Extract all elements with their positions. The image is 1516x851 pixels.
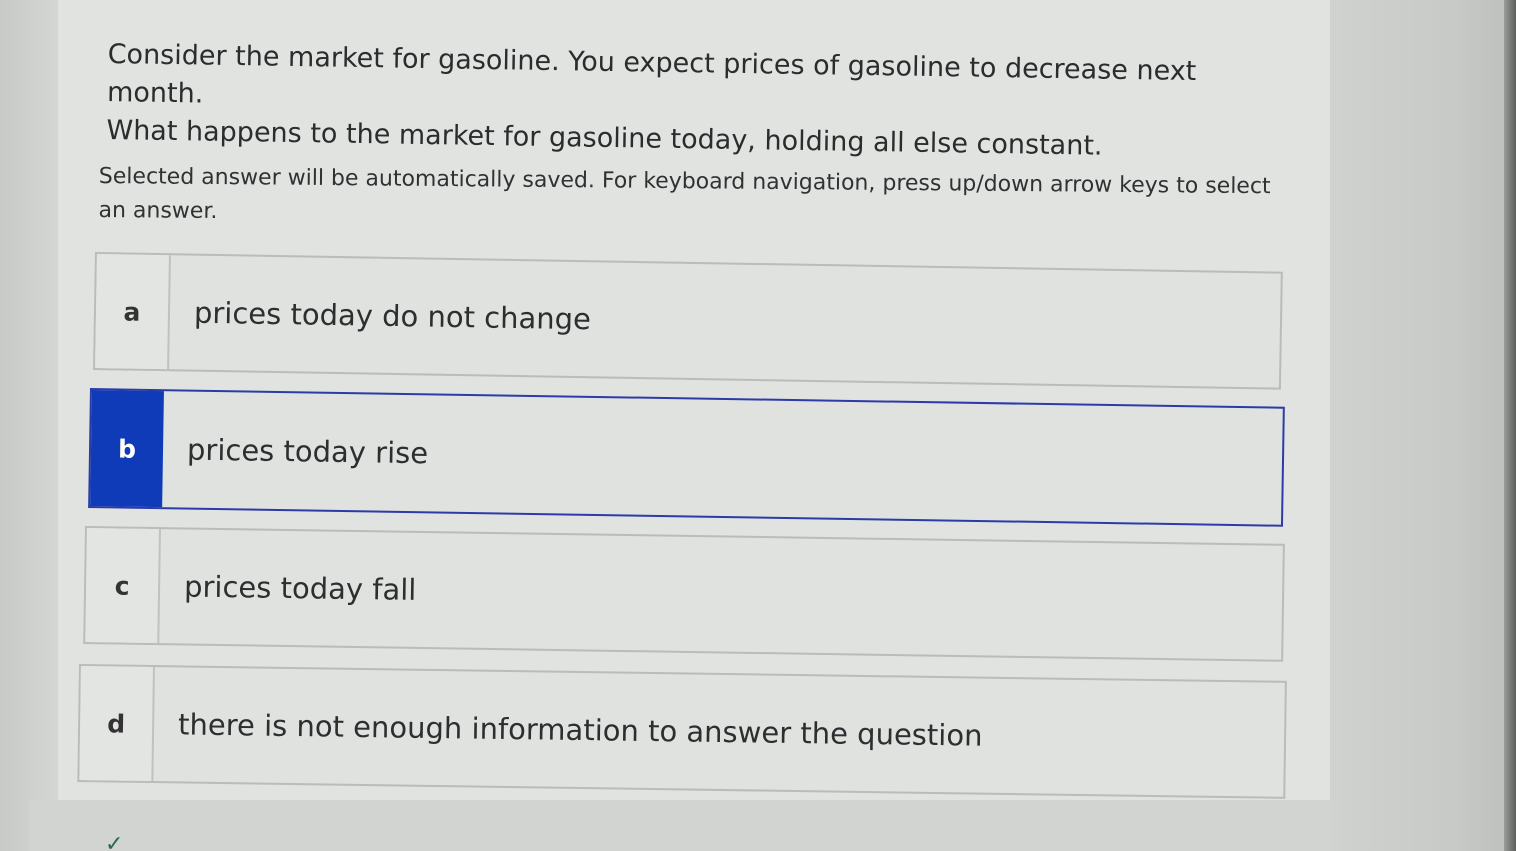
question-text: Consider the market for gasoline. You ex…	[106, 36, 1268, 168]
instructions-text: Selected answer will be automatically sa…	[98, 163, 1271, 225]
checkmark-icon: ✓	[105, 832, 124, 851]
answer-option-a[interactable]: a prices today do not change	[93, 252, 1283, 390]
answer-option-c[interactable]: c prices today fall	[83, 526, 1285, 662]
option-letter: b	[90, 390, 164, 508]
card-footer	[30, 800, 1330, 851]
answer-option-b[interactable]: b prices today rise	[88, 388, 1285, 527]
option-letter: a	[95, 254, 171, 370]
left-strip	[0, 0, 58, 851]
option-text: prices today do not change	[193, 295, 592, 337]
option-text: there is not enough information to answe…	[177, 707, 983, 753]
right-panel	[1332, 0, 1504, 851]
answer-option-d[interactable]: d there is not enough information to ans…	[77, 664, 1287, 799]
screen-edge	[1504, 0, 1516, 851]
option-letter: d	[79, 666, 155, 782]
option-letter: c	[85, 528, 161, 644]
option-text: prices today fall	[183, 569, 417, 607]
option-text: prices today rise	[186, 432, 429, 471]
screen: Consider the market for gasoline. You ex…	[0, 0, 1516, 851]
